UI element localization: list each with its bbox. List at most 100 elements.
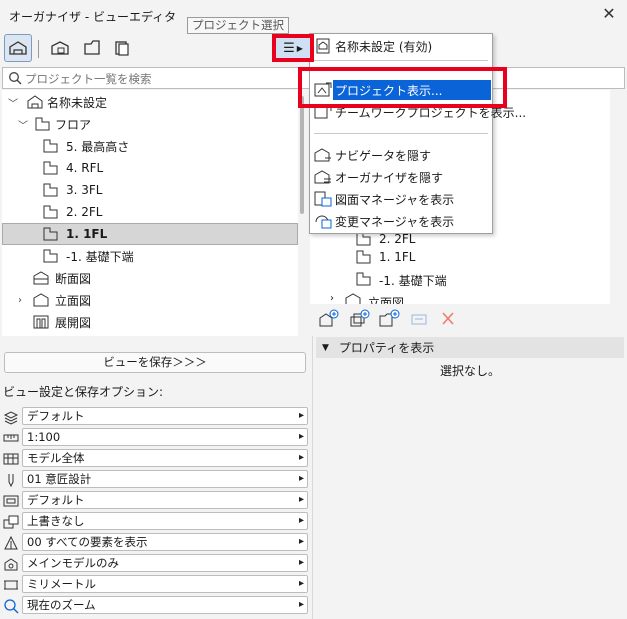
option-row-scale: 1:100 ▸ — [0, 428, 310, 448]
search-icon — [9, 72, 22, 85]
organizer-toolbar — [0, 32, 310, 64]
option-value: ミリメートル — [27, 577, 96, 591]
popup-item-drawing-manager[interactable]: 図面マネージャを表示 — [310, 189, 492, 209]
publisher-icon[interactable] — [108, 34, 136, 62]
popup-header-item[interactable]: 名称未設定 (有効) — [310, 36, 492, 56]
model-view-dropdown[interactable]: デフォルト ▸ — [22, 491, 308, 509]
tree-item-label: 5. 最高高さ — [66, 139, 130, 154]
zoom-dropdown[interactable]: 現在のズーム ▸ — [22, 596, 308, 614]
tree-item-floors[interactable]: ﹀ フロア — [2, 113, 298, 135]
renovation-icon — [4, 535, 18, 550]
design-option-dropdown[interactable]: メインモデルのみ ▸ — [22, 554, 308, 572]
popup-item-label: ナビゲータを隠す — [335, 148, 432, 163]
popup-item-label: オーガナイザを隠す — [335, 170, 444, 185]
popup-item-label: 変更マネージャを表示 — [335, 214, 455, 229]
new-folder-icon[interactable] — [378, 309, 400, 329]
pane-divider[interactable] — [312, 336, 313, 619]
tree-scrollbar[interactable] — [300, 96, 304, 214]
option-value: 1:100 — [27, 430, 61, 444]
option-value: 00 すべての要素を表示 — [27, 535, 148, 549]
chevron-right-icon: ▸ — [298, 452, 304, 463]
tooltip: プロジェクト選択 — [187, 17, 289, 34]
delete-icon[interactable] — [438, 309, 460, 329]
tree-item-label: 立面図 — [55, 293, 92, 308]
elevation-icon — [33, 293, 49, 307]
tree-item-label: フロア — [55, 117, 92, 132]
project-map-icon[interactable] — [4, 34, 32, 62]
tree-item-label: 断面図 — [55, 271, 92, 286]
view-map-icon[interactable] — [46, 34, 74, 62]
floor-group-icon — [35, 117, 50, 131]
tree-item-floor[interactable]: 4. RFL — [2, 157, 298, 179]
chevron-right-icon: ▸ — [298, 578, 304, 589]
project-tree: ﹀ 名称未設定 ﹀ フロア 5. 最高高さ 4. RFL 3. 3FL 2. 2… — [2, 90, 298, 336]
view-options-label: ビュー設定と保存オプション: — [3, 385, 164, 399]
project-popup-menu: 名称未設定 (有効) プロジェクト表示... チームワークプロジェクトを表示..… — [309, 33, 526, 234]
tree-item-interior-elevations[interactable]: 展開図 — [2, 311, 298, 333]
scale-dropdown[interactable]: 1:100 ▸ — [22, 428, 308, 446]
navigator-icon — [314, 148, 331, 162]
popup-item-change-manager[interactable]: 変更マネージャを表示 — [310, 211, 492, 231]
floor-icon — [43, 183, 58, 197]
option-value: デフォルト — [27, 409, 85, 423]
option-row-model-view: デフォルト ▸ — [0, 491, 310, 511]
tree-item-label: 3. 3FL — [66, 183, 103, 197]
override-dropdown[interactable]: 上書きなし ▸ — [22, 512, 308, 530]
project-menu-button[interactable]: ☰ ▶ — [272, 34, 314, 62]
option-value: 01 意匠設計 — [27, 472, 92, 486]
search-input[interactable] — [25, 70, 295, 87]
option-row-renovation: 00 すべての要素を表示 ▸ — [0, 533, 310, 553]
floor-icon — [356, 272, 371, 286]
view-action-bar — [318, 309, 460, 331]
pen-set-dropdown[interactable]: 01 意匠設計 ▸ — [22, 470, 308, 488]
toolbar-divider — [38, 40, 39, 58]
chevron-right-icon: ▸ — [298, 473, 304, 484]
rename-icon[interactable] — [408, 309, 430, 329]
close-icon[interactable]: ✕ — [599, 4, 619, 24]
tree-item-floor[interactable]: 2. 2FL — [2, 201, 298, 223]
right-tree-item-label: 2. 2FL — [379, 232, 416, 246]
tree-item-root[interactable]: ﹀ 名称未設定 — [2, 91, 298, 113]
option-row-zoom: 現在のズーム ▸ — [0, 596, 310, 616]
interior-elevation-icon — [33, 315, 49, 329]
tree-item-floor[interactable]: 5. 最高高さ — [2, 135, 298, 157]
tree-item-floor[interactable]: -1. 基礎下端 — [2, 245, 298, 267]
option-row-pen: 01 意匠設計 ▸ — [0, 470, 310, 490]
chevron-down-icon[interactable]: ﹀ — [8, 95, 18, 110]
chevron-right-icon[interactable]: › — [330, 293, 334, 304]
save-view-button[interactable]: ビューを保存＞＞＞ — [4, 352, 306, 373]
title-bar: オーガナイザ - ビューエディタ ✕ — [0, 0, 627, 30]
floor-icon — [356, 250, 371, 264]
chevron-right-icon: ▸ — [298, 599, 304, 610]
layer-icon — [3, 411, 19, 425]
new-view-icon[interactable] — [318, 309, 340, 329]
option-value: 上書きなし — [27, 514, 85, 528]
chevron-down-icon[interactable]: ﹀ — [18, 117, 28, 132]
override-icon — [3, 515, 19, 529]
layer-dropdown[interactable]: デフォルト ▸ — [22, 407, 308, 425]
structure-dropdown[interactable]: モデル全体 ▸ — [22, 449, 308, 467]
hamburger-menu-icon: ☰ — [283, 40, 295, 56]
clone-view-icon[interactable] — [348, 309, 370, 329]
popup-item-hide-organizer[interactable]: オーガナイザを隠す — [310, 167, 492, 187]
zoom-icon — [4, 599, 19, 614]
floor-icon — [43, 139, 58, 153]
tree-item-floor-selected[interactable]: 1. 1FL — [2, 223, 298, 245]
properties-header[interactable]: ▼ プロパティを表示 — [316, 337, 624, 358]
popup-item-hide-navigator[interactable]: ナビゲータを隠す — [310, 145, 492, 165]
renovation-dropdown[interactable]: 00 すべての要素を表示 ▸ — [22, 533, 308, 551]
option-value: メインモデルのみ — [27, 556, 119, 570]
chevron-right-icon: ▸ — [298, 410, 304, 421]
layout-book-icon[interactable] — [78, 34, 106, 62]
dimension-dropdown[interactable]: ミリメートル ▸ — [22, 575, 308, 593]
option-row-dimension: ミリメートル ▸ — [0, 575, 310, 595]
tree-item-floor[interactable]: 3. 3FL — [2, 179, 298, 201]
option-value: デフォルト — [27, 493, 85, 507]
tree-item-label: -1. 基礎下端 — [66, 249, 134, 264]
project-file-icon — [316, 38, 330, 54]
tree-item-label: 1. 1FL — [66, 227, 108, 241]
tree-item-sections[interactable]: 断面図 — [2, 267, 298, 289]
tree-item-elevations[interactable]: › 立面図 — [2, 289, 298, 311]
chevron-right-icon[interactable]: › — [18, 295, 22, 306]
tree-item-label: 名称未設定 — [47, 95, 108, 110]
